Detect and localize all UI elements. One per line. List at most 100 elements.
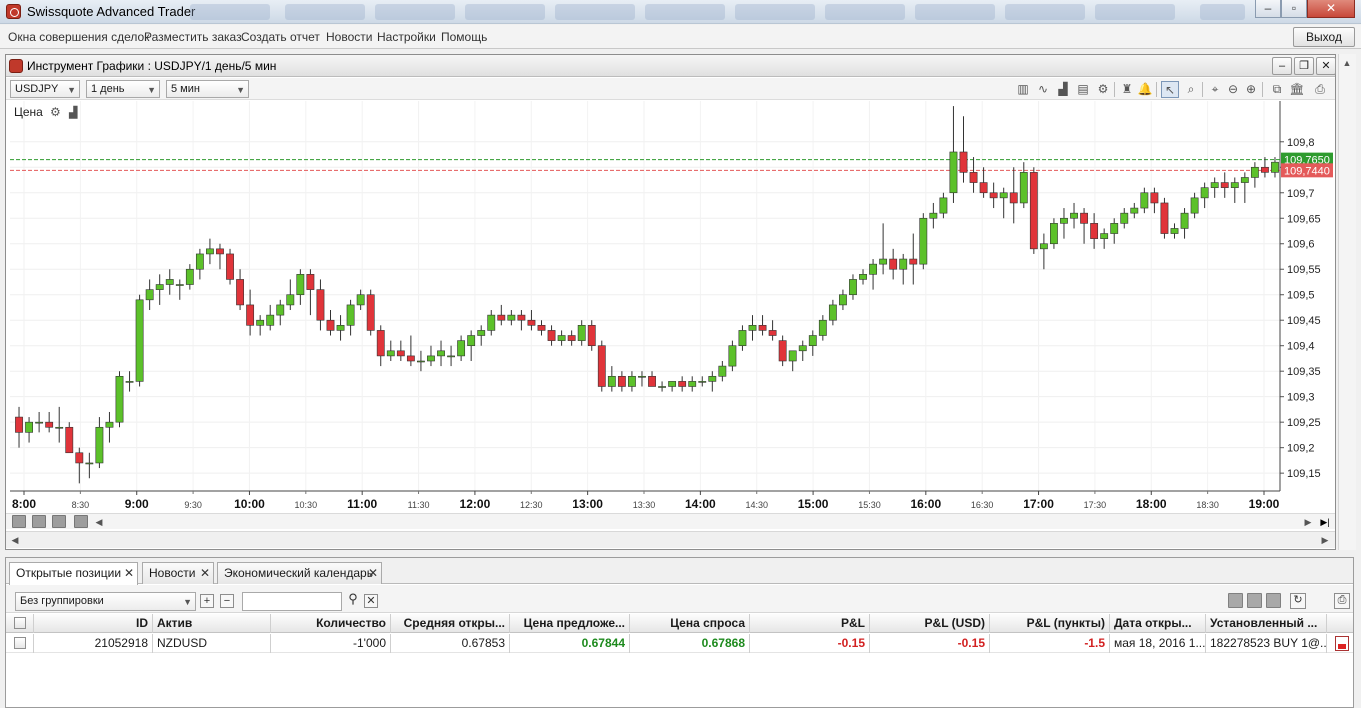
candle-body — [808, 335, 817, 347]
document-copy-icon[interactable] — [1247, 593, 1262, 608]
select-all-checkbox[interactable] — [14, 617, 26, 629]
chevron-down-icon: ▼ — [183, 597, 192, 607]
tab-open-positions[interactable]: Открытые позиции ✕ — [9, 562, 138, 585]
menu-create-report[interactable]: Создать отчет — [241, 30, 320, 44]
scroll-up-icon[interactable]: ▲ — [1340, 56, 1354, 70]
close-icon[interactable]: ✕ — [368, 563, 378, 583]
maximize-button[interactable]: ▫ — [1281, 0, 1307, 18]
search-input[interactable] — [242, 592, 342, 611]
main-vertical-scrollbar[interactable]: ▲ — [1338, 54, 1356, 550]
search-icon[interactable]: ⚲ — [346, 592, 360, 607]
draw-tools-icon[interactable] — [12, 515, 26, 528]
close-icon[interactable]: ✕ — [124, 563, 134, 583]
menu-place-order[interactable]: Разместить заказ — [144, 30, 242, 44]
price-chart[interactable]: 109,15 109,2 109,25 109,3 109,35 109,4 109,45 1… — [6, 101, 1335, 511]
candle-body — [276, 304, 285, 316]
chart-close-button[interactable]: ✕ — [1316, 57, 1336, 75]
chart-restore-button[interactable]: ❐ — [1294, 57, 1314, 75]
cell-pnl: -0.15 — [750, 634, 870, 653]
column-header-open-date[interactable]: Дата откры... — [1110, 614, 1206, 633]
copy-icon[interactable]: ⧉ — [1268, 81, 1286, 98]
candles-chart-icon[interactable]: ▤ — [1074, 81, 1092, 98]
column-header-avg-open[interactable]: Средняя откры... — [391, 614, 510, 633]
zoom-select-icon[interactable]: ⌕ — [1182, 81, 1200, 98]
scroll-end-icon[interactable]: ▶| — [1318, 515, 1332, 529]
x-minor-tick-label: 16:30 — [971, 500, 994, 510]
x-minor-tick-label: 8:30 — [72, 500, 90, 510]
bar-chart-icon[interactable]: ▥ — [1014, 81, 1032, 98]
gear-icon: ⚙ — [50, 105, 61, 119]
tab-label: Открытые позиции — [16, 566, 122, 580]
alert-bell-icon[interactable]: 🔔 — [1136, 81, 1154, 98]
symbol-select[interactable]: USDJPY ▼ — [10, 80, 80, 98]
column-header-pnl-points[interactable]: P&L (пункты) — [990, 614, 1110, 633]
window-titlebar: Swissquote Advanced Trader – ▫ ✕ — [0, 0, 1361, 24]
indicators-icon[interactable]: ♜ — [1118, 81, 1136, 98]
line-chart-icon[interactable]: ∿ — [1034, 81, 1052, 98]
chart-titlebar: Инструмент Графики : USDJPY/1 день/5 мин… — [6, 55, 1336, 77]
institution-icon[interactable]: 🏛 — [1288, 81, 1306, 98]
print-icon[interactable]: ⎙ — [1311, 81, 1329, 98]
candle-body — [959, 151, 968, 173]
settings-gear-icon[interactable]: ⚙ — [1094, 81, 1112, 98]
menu-trade-windows[interactable]: Окна совершения сделок — [8, 30, 149, 44]
y-tick-label: 109,3 — [1287, 392, 1315, 404]
area-chart-icon[interactable]: ▟ — [1054, 81, 1072, 98]
column-header-bid[interactable]: Цена спроса — [630, 614, 750, 633]
candle-body — [457, 340, 466, 357]
pdf-report-icon[interactable] — [1335, 636, 1349, 651]
x-minor-tick-label: 15:30 — [858, 500, 881, 510]
y-tick-label: 109,8 — [1287, 137, 1315, 149]
column-header-ask[interactable]: Цена предложе... — [510, 614, 630, 633]
refresh-icon[interactable]: ↻ — [1290, 593, 1306, 609]
taskbar-blur — [1200, 4, 1245, 20]
cursor-pointer-icon[interactable]: ↖ — [1161, 81, 1179, 98]
column-header-set[interactable]: Установленный ... — [1206, 614, 1327, 633]
column-header-asset[interactable]: Актив — [153, 614, 271, 633]
row-checkbox[interactable] — [14, 637, 26, 649]
collapse-all-button[interactable]: − — [220, 594, 234, 608]
scroll-right-icon[interactable]: ▶ — [1301, 515, 1315, 529]
chart-area[interactable]: 109,15 109,2 109,25 109,3 109,35 109,4 109,45 1… — [6, 101, 1335, 511]
table-row[interactable]: 21052918 NZDUSD -1'000 0.67853 0.67844 0… — [6, 634, 1353, 653]
chart-horizontal-scrollbar[interactable]: ◀ ▶ — [6, 531, 1335, 548]
print-chart-icon[interactable] — [32, 515, 46, 528]
column-header-pnl[interactable]: P&L — [750, 614, 870, 633]
documents-icon[interactable] — [1266, 593, 1281, 608]
taskbar-blur — [555, 4, 635, 20]
zoom-out-icon[interactable]: ⊖ — [1224, 81, 1242, 98]
column-header-quantity[interactable]: Количество — [271, 614, 391, 633]
chart-minimize-button[interactable]: – — [1272, 57, 1292, 75]
x-tick-label: 13:00 — [572, 497, 603, 511]
interval-select[interactable]: 5 мин ▼ — [166, 80, 249, 98]
grouping-select[interactable]: Без группировки ▼ — [15, 592, 196, 611]
candle-body — [909, 258, 918, 265]
swissquote-logo-icon — [6, 4, 21, 19]
scroll-right-icon[interactable]: ▶ — [1318, 533, 1332, 547]
menu-news[interactable]: Новости — [326, 30, 372, 44]
tab-economic-calendar[interactable]: Экономический календарь ✕ — [217, 562, 382, 584]
scroll-left-icon[interactable]: ◀ — [92, 515, 106, 529]
zoom-in-icon[interactable]: ⊕ — [1242, 81, 1260, 98]
cell-avg-open: 0.67853 — [391, 634, 510, 653]
expand-all-button[interactable]: + — [200, 594, 214, 608]
cell-pnl-points: -1.5 — [990, 634, 1110, 653]
period-select[interactable]: 1 день ▼ — [86, 80, 160, 98]
menu-settings[interactable]: Настройки — [377, 30, 436, 44]
minimize-button[interactable]: – — [1255, 0, 1281, 18]
print-icon[interactable]: ⎙ — [1334, 593, 1350, 609]
document-icon[interactable] — [1228, 593, 1243, 608]
column-header-pnl-usd[interactable]: P&L (USD) — [870, 614, 990, 633]
clear-search-button[interactable]: ✕ — [364, 594, 378, 608]
scroll-left-icon[interactable]: ◀ — [8, 533, 22, 547]
close-button[interactable]: ✕ — [1307, 0, 1355, 18]
column-header-id[interactable]: ID — [34, 614, 153, 633]
tab-news[interactable]: Новости ✕ — [142, 562, 214, 584]
exit-button[interactable]: Выход — [1293, 27, 1355, 47]
zoom-fit-icon[interactable]: ⌖ — [1206, 81, 1224, 98]
candle-body — [708, 375, 717, 382]
menu-help[interactable]: Помощь — [441, 30, 487, 44]
save-icon[interactable] — [74, 515, 88, 528]
camera-icon[interactable] — [52, 515, 66, 528]
close-icon[interactable]: ✕ — [200, 563, 210, 583]
